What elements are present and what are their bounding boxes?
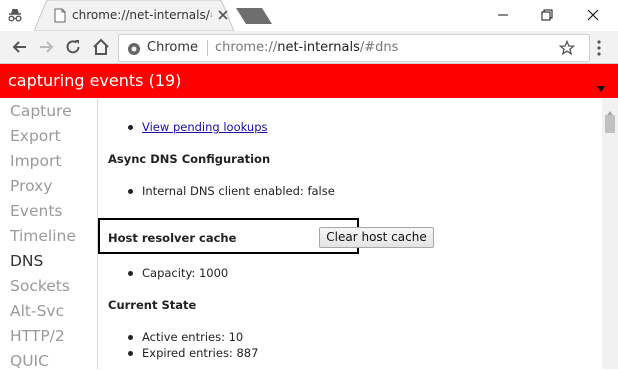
forward-arrow-icon[interactable] xyxy=(36,37,56,57)
tab-strip: chrome://net-internals/# xyxy=(0,0,618,31)
sidebar-item-proxy[interactable]: Proxy xyxy=(10,177,52,195)
incognito-icon xyxy=(6,6,24,24)
list-bullet xyxy=(128,125,133,130)
vertical-scrollbar[interactable] xyxy=(602,98,618,369)
sidebar-item-alt-svc[interactable]: Alt-Svc xyxy=(10,302,64,320)
host-resolver-cache-label: Host resolver cache xyxy=(108,231,237,245)
home-icon[interactable] xyxy=(91,37,111,57)
page-icon xyxy=(54,8,66,23)
close-window-button[interactable] xyxy=(570,0,616,30)
restore-button[interactable] xyxy=(524,0,570,30)
list-bullet xyxy=(128,271,133,276)
cache-capacity: Capacity: 1000 xyxy=(142,266,229,280)
active-entries: Active entries: 10 xyxy=(142,330,244,344)
browser-toolbar: Chrome chrome://net-internals/#dns xyxy=(0,31,618,64)
sidebar-item-import[interactable]: Import xyxy=(10,152,61,170)
back-arrow-icon[interactable] xyxy=(10,37,30,57)
sidebar-item-dns[interactable]: DNS xyxy=(10,252,43,270)
async-dns-heading: Async DNS Configuration xyxy=(108,152,271,166)
omnibox-divider xyxy=(207,40,208,56)
dropdown-arrow-icon[interactable] xyxy=(597,77,605,92)
expired-entries: Expired entries: 887 xyxy=(142,346,259,360)
scroll-up-arrow-icon[interactable] xyxy=(606,102,614,117)
current-state-heading: Current State xyxy=(108,298,197,312)
address-bar[interactable]: Chrome chrome://net-internals/#dns xyxy=(118,34,590,62)
chrome-page-icon xyxy=(127,41,141,55)
sidebar-item-export[interactable]: Export xyxy=(10,127,61,145)
list-bullet xyxy=(128,189,133,194)
url-path: /#dns xyxy=(359,40,399,55)
url-text[interactable]: chrome://net-internals/#dns xyxy=(215,40,398,55)
sidebar-nav: Capture Export Import Proxy Events Timel… xyxy=(0,98,98,370)
new-tab-button[interactable] xyxy=(236,8,272,24)
tab-net-internals[interactable]: chrome://net-internals/# xyxy=(34,0,234,31)
capture-status-text: capturing events (19) xyxy=(8,71,182,90)
sidebar-item-quic[interactable]: QUIC xyxy=(10,352,49,370)
sidebar-item-capture[interactable]: Capture xyxy=(10,102,72,120)
scroll-thumb[interactable] xyxy=(605,115,615,133)
star-icon[interactable] xyxy=(558,39,576,56)
url-prefix: chrome:// xyxy=(215,40,278,55)
three-dots-menu-icon[interactable] xyxy=(596,40,602,56)
list-bullet xyxy=(128,351,133,356)
minimize-button[interactable] xyxy=(480,0,526,30)
site-chip-label: Chrome xyxy=(147,40,198,55)
view-pending-lookups-link[interactable]: View pending lookups xyxy=(142,120,268,134)
tab-title: chrome://net-internals/# xyxy=(72,8,212,22)
sidebar-item-events[interactable]: Events xyxy=(10,202,62,220)
sidebar-item-sockets[interactable]: Sockets xyxy=(10,277,70,295)
sidebar-item-http2[interactable]: HTTP/2 xyxy=(10,327,65,345)
capture-status-bar: capturing events (19) xyxy=(0,64,618,98)
dns-panel: View pending lookups Async DNS Configura… xyxy=(98,98,602,369)
reload-icon[interactable] xyxy=(63,37,83,57)
clear-host-cache-button[interactable]: Clear host cache xyxy=(319,227,434,248)
sidebar-item-timeline[interactable]: Timeline xyxy=(10,227,76,245)
list-bullet xyxy=(128,335,133,340)
internal-dns-status: Internal DNS client enabled: false xyxy=(142,184,335,198)
tab-close-icon[interactable] xyxy=(217,9,229,21)
url-host: net-internals xyxy=(277,40,360,55)
